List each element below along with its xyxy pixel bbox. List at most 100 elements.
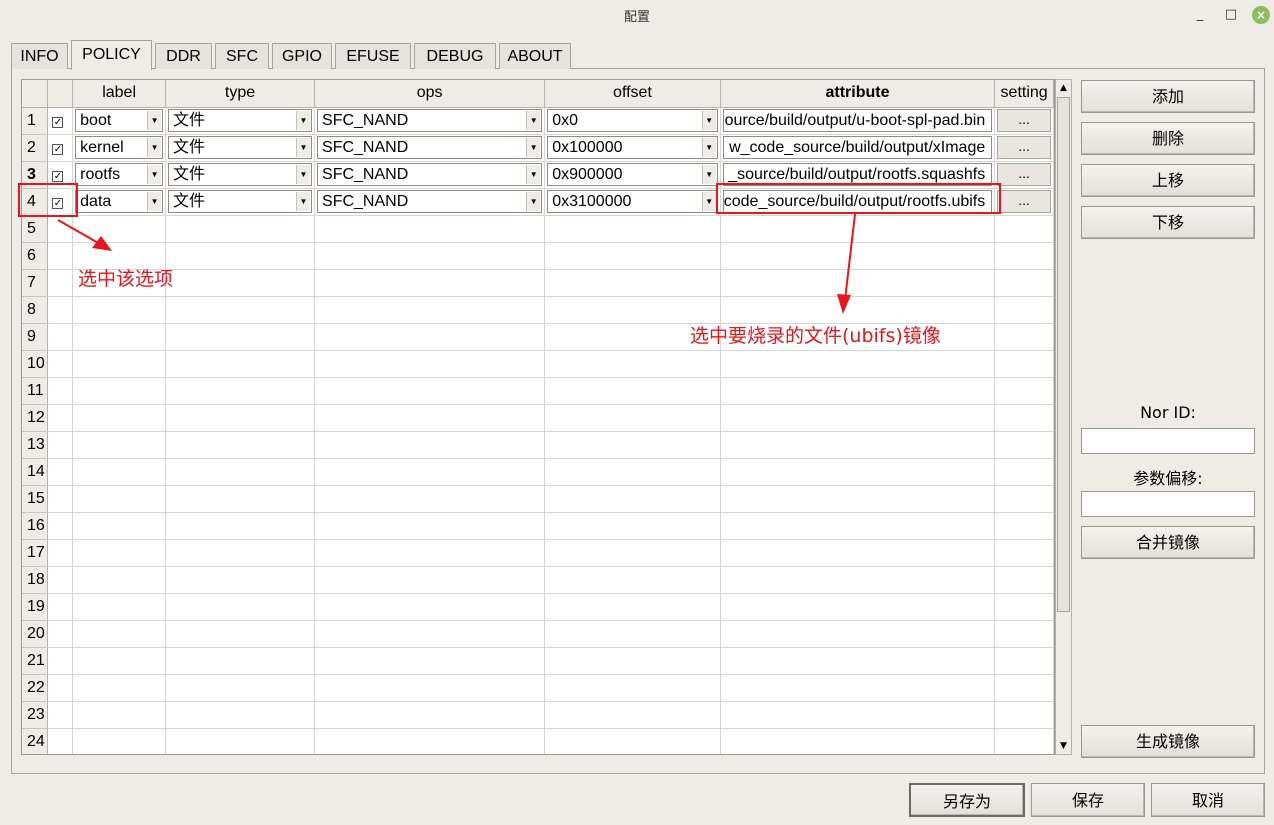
row-number[interactable]: 5	[22, 215, 49, 243]
cell-type[interactable]: 文件 ▼	[165, 134, 316, 162]
cell-label[interactable]: rootfs ▼	[72, 161, 167, 189]
cell-label[interactable]: boot ▼	[72, 107, 167, 135]
table-row[interactable]: 6	[22, 242, 1054, 270]
empty-cell[interactable]	[720, 485, 996, 513]
empty-cell[interactable]	[544, 701, 721, 729]
table-row[interactable]: 1 ✓ boot ▼ 文件 ▼ SFC_NAND ▼ 0x0 ▼ ource/build/outpu…	[22, 107, 1054, 135]
empty-cell[interactable]	[72, 593, 167, 621]
table-row[interactable]: 16	[22, 512, 1054, 540]
empty-cell[interactable]	[72, 539, 167, 567]
header-attribute[interactable]: attribute	[720, 80, 996, 108]
empty-cell[interactable]	[994, 620, 1054, 648]
empty-cell[interactable]	[47, 512, 74, 540]
empty-cell[interactable]	[314, 512, 546, 540]
table-row[interactable]: 12	[22, 404, 1054, 432]
empty-cell[interactable]	[72, 296, 167, 324]
empty-cell[interactable]	[544, 431, 721, 459]
dropdown-arrow-icon[interactable]: ▼	[526, 165, 541, 184]
offset-combo[interactable]: 0x900000 ▼	[547, 163, 718, 186]
empty-cell[interactable]	[47, 728, 74, 754]
scroll-down-icon[interactable]: ▼	[1056, 738, 1071, 754]
cell-type[interactable]: 文件 ▼	[165, 188, 316, 216]
row-number[interactable]: 8	[22, 296, 49, 324]
empty-cell[interactable]	[720, 539, 996, 567]
empty-cell[interactable]	[314, 350, 546, 378]
empty-cell[interactable]	[72, 674, 167, 702]
empty-cell[interactable]	[314, 566, 546, 594]
empty-cell[interactable]	[544, 215, 721, 243]
table-row[interactable]: 8	[22, 296, 1054, 324]
empty-cell[interactable]	[165, 539, 316, 567]
row-number[interactable]: 1	[22, 107, 49, 135]
empty-cell[interactable]	[72, 512, 167, 540]
cell-setting[interactable]: ...	[994, 134, 1054, 162]
cell-offset[interactable]: 0x900000 ▼	[544, 161, 721, 189]
row-number[interactable]: 15	[22, 485, 49, 513]
empty-cell[interactable]	[72, 620, 167, 648]
generate-image-button[interactable]: 生成镜像	[1081, 725, 1255, 758]
ops-combo[interactable]: SFC_NAND ▼	[317, 136, 543, 159]
empty-cell[interactable]	[314, 593, 546, 621]
setting-button[interactable]: ...	[997, 109, 1051, 132]
empty-cell[interactable]	[994, 242, 1054, 270]
dropdown-arrow-icon[interactable]: ▼	[147, 165, 162, 184]
table-row[interactable]: 20	[22, 620, 1054, 648]
empty-cell[interactable]	[47, 404, 74, 432]
empty-cell[interactable]	[72, 701, 167, 729]
empty-cell[interactable]	[544, 242, 721, 270]
empty-cell[interactable]	[47, 431, 74, 459]
empty-cell[interactable]	[994, 431, 1054, 459]
empty-cell[interactable]	[165, 350, 316, 378]
empty-cell[interactable]	[165, 296, 316, 324]
empty-cell[interactable]	[994, 485, 1054, 513]
dropdown-arrow-icon[interactable]: ▼	[701, 111, 716, 130]
empty-cell[interactable]	[47, 539, 74, 567]
dropdown-arrow-icon[interactable]: ▼	[147, 138, 162, 157]
empty-cell[interactable]	[165, 458, 316, 486]
cell-ops[interactable]: SFC_NAND ▼	[314, 134, 546, 162]
row-checkbox-cell[interactable]: ✓	[47, 134, 74, 162]
empty-cell[interactable]	[994, 269, 1054, 297]
type-combo[interactable]: 文件 ▼	[168, 109, 313, 132]
row-number[interactable]: 14	[22, 458, 49, 486]
dropdown-arrow-icon[interactable]: ▼	[526, 192, 541, 211]
empty-cell[interactable]	[720, 431, 996, 459]
empty-cell[interactable]	[314, 539, 546, 567]
empty-cell[interactable]	[720, 674, 996, 702]
empty-cell[interactable]	[165, 485, 316, 513]
table-row[interactable]: 2 ✓ kernel ▼ 文件 ▼ SFC_NAND ▼ 0x100000 ▼ w_code_sou…	[22, 134, 1054, 162]
label-combo[interactable]: data ▼	[75, 190, 164, 213]
empty-cell[interactable]	[47, 647, 74, 675]
empty-cell[interactable]	[165, 620, 316, 648]
empty-cell[interactable]	[994, 296, 1054, 324]
move-down-button[interactable]: 下移	[1081, 206, 1255, 239]
table-row[interactable]: 5	[22, 215, 1054, 243]
header-setting[interactable]: setting	[994, 80, 1054, 108]
empty-cell[interactable]	[72, 350, 167, 378]
table-scrollbar[interactable]: ▲ ▼	[1055, 79, 1072, 755]
header-label[interactable]: label	[72, 80, 167, 108]
dropdown-arrow-icon[interactable]: ▼	[701, 192, 716, 211]
row-number[interactable]: 20	[22, 620, 49, 648]
dropdown-arrow-icon[interactable]: ▼	[296, 165, 311, 184]
checkbox[interactable]: ✓	[52, 170, 64, 182]
empty-cell[interactable]	[544, 620, 721, 648]
empty-cell[interactable]	[47, 566, 74, 594]
cancel-button[interactable]: 取消	[1151, 783, 1265, 817]
row-number[interactable]: 23	[22, 701, 49, 729]
empty-cell[interactable]	[720, 566, 996, 594]
row-number[interactable]: 19	[22, 593, 49, 621]
cell-setting[interactable]: ...	[994, 161, 1054, 189]
table-row[interactable]: 13	[22, 431, 1054, 459]
cell-type[interactable]: 文件 ▼	[165, 107, 316, 135]
dropdown-arrow-icon[interactable]: ▼	[296, 192, 311, 211]
empty-cell[interactable]	[47, 242, 74, 270]
table-row[interactable]: 21	[22, 647, 1054, 675]
empty-cell[interactable]	[544, 674, 721, 702]
empty-cell[interactable]	[720, 593, 996, 621]
empty-cell[interactable]	[544, 458, 721, 486]
empty-cell[interactable]	[165, 404, 316, 432]
empty-cell[interactable]	[720, 269, 996, 297]
empty-cell[interactable]	[165, 242, 316, 270]
empty-cell[interactable]	[314, 404, 546, 432]
